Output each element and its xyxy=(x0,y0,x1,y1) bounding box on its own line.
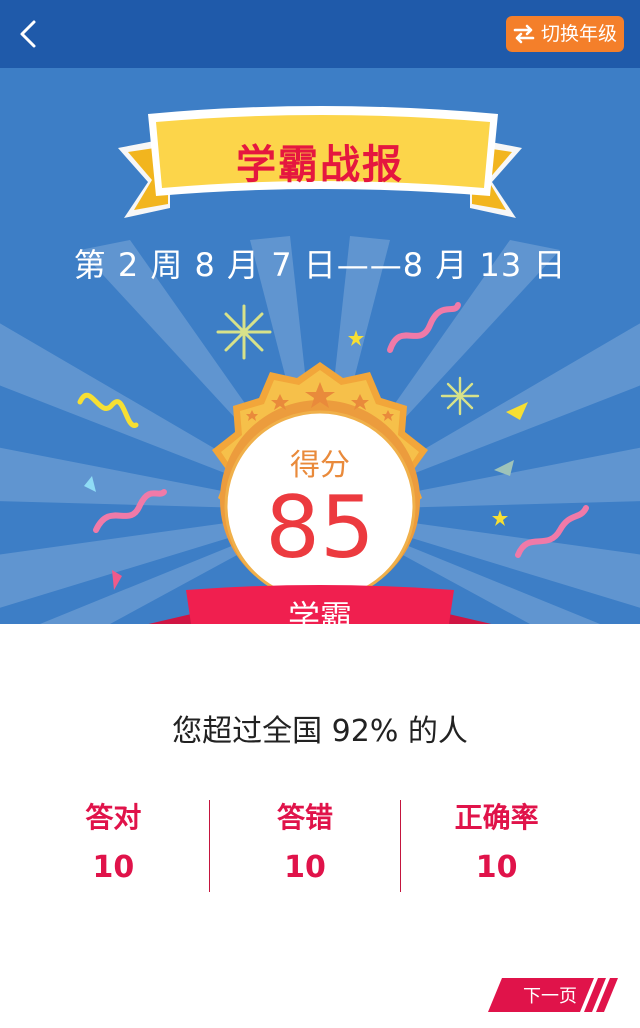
stat-correct: 答对 10 xyxy=(18,800,209,892)
confetti-piece xyxy=(112,570,122,590)
stat-label: 答错 xyxy=(277,801,334,834)
stat-label: 正确率 xyxy=(454,801,539,834)
stat-value: 10 xyxy=(284,850,326,885)
score-value: 85 xyxy=(265,478,375,578)
stat-wrong: 答错 10 xyxy=(208,800,401,892)
percentile-summary: 您超过全国 92% 的人 xyxy=(172,714,468,749)
firework-left xyxy=(216,304,272,360)
star-icon xyxy=(492,510,508,526)
report-hero: 学霸战报 第 2 周 8 月 7 日——8 月 13 日 得分 85 学霸 xyxy=(0,68,640,624)
next-page-label[interactable]: 下一页 xyxy=(505,982,595,1008)
firework-right xyxy=(440,376,480,416)
report-title: 学霸战报 xyxy=(236,142,404,188)
switch-grade-button[interactable]: 切换年级 xyxy=(506,16,624,52)
stat-accuracy: 正确率 10 xyxy=(400,800,592,892)
switch-grade-label: 切换年级 xyxy=(540,23,617,45)
chevron-left-icon xyxy=(20,20,36,48)
stat-label: 答对 xyxy=(85,801,142,834)
week-date-range: 第 2 周 8 月 7 日——8 月 13 日 xyxy=(73,246,567,284)
top-nav-bar: 切换年级 xyxy=(0,0,640,68)
stats-row: 答对 10 答错 10 正确率 10 xyxy=(18,800,592,892)
stat-value: 10 xyxy=(92,850,135,885)
back-button[interactable] xyxy=(8,14,48,54)
swap-arrows-icon xyxy=(513,24,535,44)
stat-value: 10 xyxy=(475,850,518,885)
rank-label: 学霸 xyxy=(287,598,352,624)
report-page: 切换年级 学霸战报 第 2 周 8 月 7 日——8 月 13 日 得分 85 … xyxy=(0,0,640,1028)
